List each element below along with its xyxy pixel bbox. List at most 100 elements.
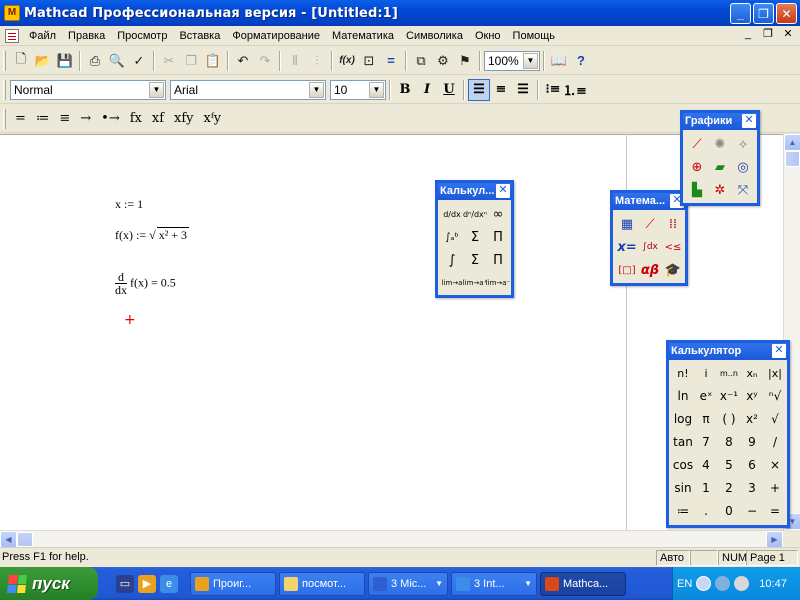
chevron-down-icon[interactable]: ▼: [369, 81, 384, 98]
calc-digit-6-button[interactable]: 6: [741, 454, 763, 476]
boolean-toolbar-icon[interactable]: <≤: [662, 236, 684, 258]
print-icon[interactable]: ⎙: [84, 50, 106, 72]
scatter-plot-icon[interactable]: ✲: [709, 179, 731, 201]
toolbar-grip[interactable]: [3, 108, 6, 129]
calc-power-button[interactable]: xʸ: [741, 385, 763, 407]
clock[interactable]: 10:47: [759, 578, 787, 590]
menu-edit[interactable]: Правка: [62, 27, 111, 45]
calc-plus-button[interactable]: +: [764, 477, 786, 499]
italic-button[interactable]: I: [416, 79, 438, 101]
calc-nth-root-button[interactable]: ⁿ√: [764, 385, 786, 407]
calculus-toolbar-icon[interactable]: ∫dx: [639, 236, 661, 258]
graph-palette-close-icon[interactable]: ✕: [742, 114, 756, 128]
calc-digit-1-button[interactable]: 1: [695, 477, 717, 499]
calc-multiply-button[interactable]: ×: [764, 454, 786, 476]
insert-component-icon[interactable]: ⧉: [410, 50, 432, 72]
polar-plot-icon[interactable]: ✺: [709, 133, 731, 155]
3d-surface-icon[interactable]: ▰: [709, 156, 731, 178]
paste-icon[interactable]: 📋: [202, 50, 224, 72]
font-size-select[interactable]: 10 ▼: [330, 79, 386, 100]
op-keyword-symbolic[interactable]: •→: [96, 108, 125, 130]
calc-tan-button[interactable]: tan: [672, 431, 694, 453]
calculator-palette[interactable]: Калькулятор ✕ n! i m..n xₙ |x| ln eˣ x⁻¹…: [666, 340, 790, 528]
resource-book-icon[interactable]: 📖: [548, 50, 570, 72]
calc-decimal-button[interactable]: .: [695, 500, 717, 522]
horizontal-scroll-thumb[interactable]: [17, 532, 33, 547]
run-script-icon[interactable]: ⚙: [432, 50, 454, 72]
calc-digit-4-button[interactable]: 4: [695, 454, 717, 476]
right-limit-button[interactable]: lim→a⁺: [463, 272, 488, 294]
doc-close-button[interactable]: ✕: [780, 28, 796, 42]
scroll-left-icon[interactable]: ◀: [0, 531, 17, 548]
menu-insert[interactable]: Вставка: [173, 27, 226, 45]
infinity-button[interactable]: ∞: [487, 203, 509, 225]
resource-center-icon[interactable]: ⚑: [454, 50, 476, 72]
math-region-derivative[interactable]: d dx f(x) = 0.5: [115, 271, 176, 296]
indefinite-integral-button[interactable]: ∫: [441, 249, 463, 271]
calculator-toolbar-icon[interactable]: ▦: [616, 213, 638, 235]
calc-divide-button[interactable]: /: [764, 431, 786, 453]
menu-symbolics[interactable]: Символика: [400, 27, 469, 45]
menu-math[interactable]: Математика: [326, 27, 400, 45]
task-ie-group[interactable]: 3 Int... ▼: [451, 571, 537, 596]
math-region-f-definition[interactable]: f(x) := √ x² + 3: [115, 227, 190, 243]
xy-plot-icon[interactable]: ⟋: [686, 133, 708, 155]
toolbar-grip[interactable]: [3, 79, 6, 100]
op-infix[interactable]: xfy: [169, 108, 199, 130]
range-sum-button[interactable]: Σ: [464, 249, 486, 271]
insert-function-button[interactable]: f(x): [336, 50, 358, 72]
symbolic-toolbar-icon[interactable]: 🎓: [662, 259, 684, 281]
programming-toolbar-icon[interactable]: [□]: [616, 259, 638, 281]
op-treefix[interactable]: xᶠy: [199, 108, 227, 130]
scroll-right-icon[interactable]: ▶: [766, 531, 783, 548]
task-folder[interactable]: посмот...: [279, 571, 365, 596]
calculate-icon[interactable]: =: [380, 50, 402, 72]
horizontal-scrollbar[interactable]: ◀ ▶: [0, 530, 783, 548]
calc-factorial-button[interactable]: n!: [672, 362, 694, 384]
contour-plot-icon[interactable]: ⊕: [686, 156, 708, 178]
numbered-list-icon[interactable]: ⒈≡: [563, 79, 587, 101]
calc-digit-5-button[interactable]: 5: [718, 454, 740, 476]
underline-button[interactable]: U: [438, 79, 460, 101]
task-mathcad[interactable]: Mathca...: [540, 571, 626, 596]
chevron-down-icon[interactable]: ▼: [149, 81, 164, 98]
menu-view[interactable]: Просмотр: [111, 27, 173, 45]
derivative-button[interactable]: d/dx: [441, 203, 463, 225]
document-icon[interactable]: [5, 28, 19, 43]
calc-digit-9-button[interactable]: 9: [741, 431, 763, 453]
calc-cos-button[interactable]: cos: [672, 454, 694, 476]
internet-explorer-icon[interactable]: e: [160, 574, 178, 593]
definite-integral-button[interactable]: ∫ₐᵇ: [441, 226, 463, 248]
calc-equals-button[interactable]: =: [764, 500, 786, 522]
maximize-button[interactable]: ❐: [753, 3, 774, 24]
graph-palette[interactable]: Графики ✕ ⟋ ✺ ⟡ ⊕ ▰ ◎ ▙ ✲ ⤧: [680, 110, 760, 206]
task-word-group[interactable]: 3 Mic... ▼: [368, 571, 448, 596]
calc-square-button[interactable]: x²: [741, 408, 763, 430]
range-product-button[interactable]: Π: [487, 249, 509, 271]
network-icon[interactable]: [715, 576, 731, 591]
bullet-list-icon[interactable]: ⁝≡: [542, 79, 564, 101]
menu-format[interactable]: Форматирование: [226, 27, 326, 45]
new-document-icon[interactable]: 🗋: [10, 50, 32, 72]
greek-toolbar-icon[interactable]: αβ: [639, 259, 661, 281]
vertical-scroll-thumb[interactable]: [785, 151, 800, 167]
contour-map-icon[interactable]: ◎: [732, 156, 754, 178]
close-button[interactable]: ✕: [776, 3, 797, 24]
calculus-palette[interactable]: Калькул... ✕ d/dx dⁿ/dxⁿ ∞ ∫ₐᵇ Σ Π ∫ Σ Π…: [435, 180, 514, 298]
mathcad-app-icon[interactable]: M: [4, 5, 20, 21]
start-button[interactable]: пуск: [0, 567, 98, 600]
cut-icon[interactable]: ✂: [158, 50, 180, 72]
calc-digit-3-button[interactable]: 3: [741, 477, 763, 499]
op-global-define[interactable]: ≡: [54, 108, 75, 130]
align-center-icon[interactable]: ≡: [490, 79, 512, 101]
calc-sin-button[interactable]: sin: [672, 477, 694, 499]
nth-derivative-button[interactable]: dⁿ/dxⁿ: [463, 203, 487, 225]
bold-button[interactable]: B: [394, 79, 416, 101]
save-icon[interactable]: 💾: [54, 50, 76, 72]
zoom-select[interactable]: 100% ▼: [484, 50, 540, 71]
calc-digit-0-button[interactable]: 0: [718, 500, 740, 522]
surface-plot-icon[interactable]: ⟡: [732, 133, 754, 155]
calc-imaginary-button[interactable]: i: [695, 362, 717, 384]
summation-button[interactable]: Σ: [464, 226, 486, 248]
calc-abs-button[interactable]: |x|: [764, 362, 786, 384]
